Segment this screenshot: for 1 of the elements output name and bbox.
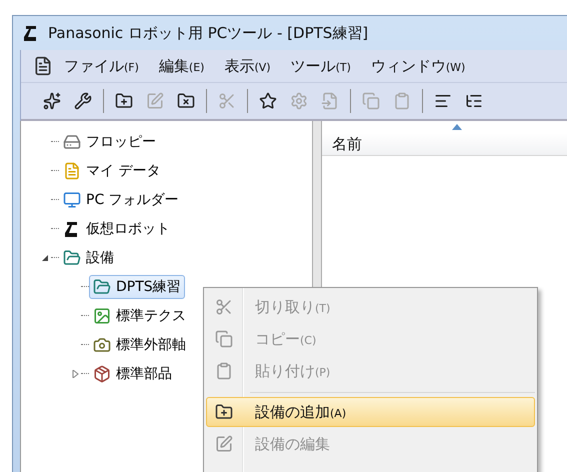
window-title: Panasonic ロボット用 PCツール - [DPTS練習] <box>48 24 368 42</box>
